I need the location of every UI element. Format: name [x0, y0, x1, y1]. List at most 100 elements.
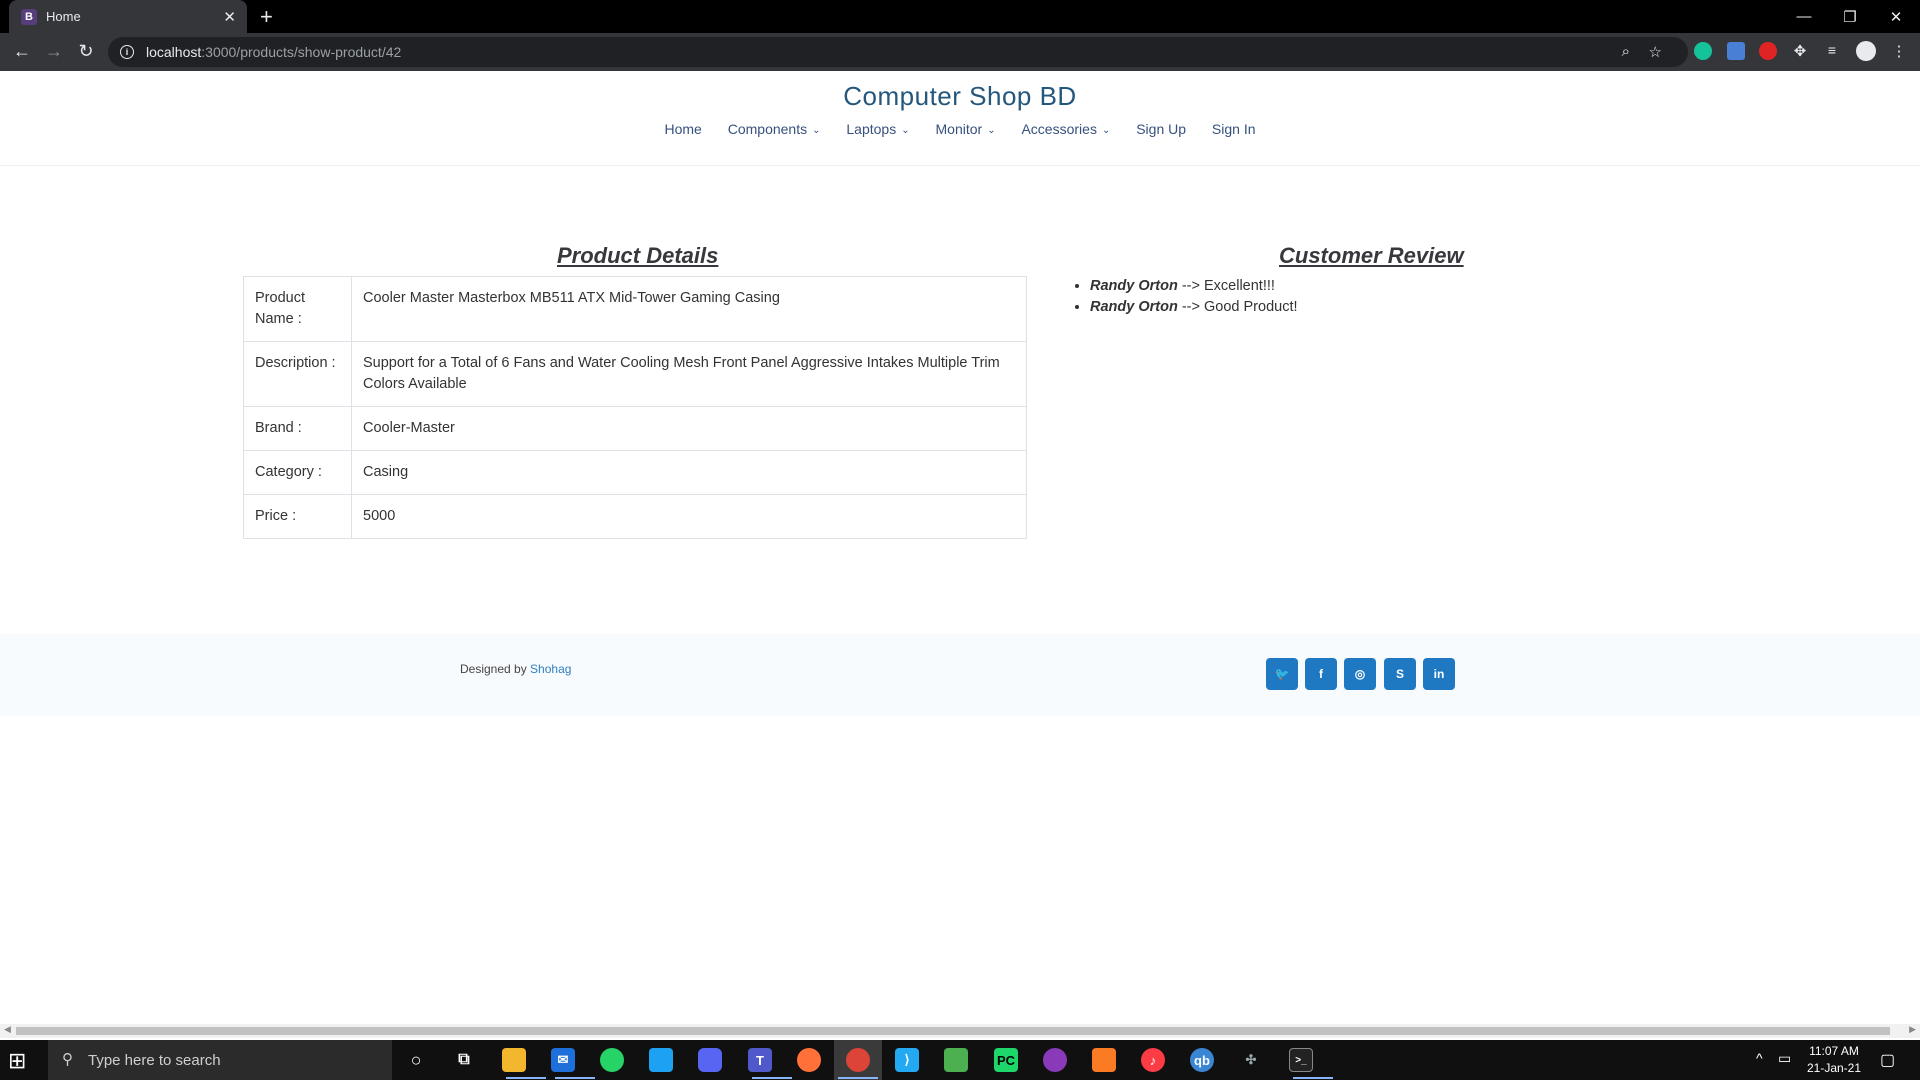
row-value: Casing: [351, 450, 1027, 495]
zoom-icon[interactable]: ⌕: [1622, 43, 1630, 60]
product-details-table: Product Name : Cooler Master Masterbox M…: [243, 276, 1027, 539]
translate-extension-icon[interactable]: [1727, 42, 1745, 60]
whatsapp-icon[interactable]: [600, 1048, 624, 1072]
row-value: Support for a Total of 6 Fans and Water …: [351, 341, 1027, 407]
restore-button[interactable]: ❐: [1828, 0, 1872, 33]
minimize-button[interactable]: —: [1782, 0, 1826, 33]
chrome-icon[interactable]: [846, 1048, 870, 1072]
close-tab-icon[interactable]: ✕: [223, 8, 236, 26]
reviewer-name: Randy Orton: [1090, 278, 1178, 294]
scrollbar-thumb[interactable]: [16, 1027, 1890, 1035]
table-row: Price : 5000: [243, 494, 1027, 539]
nav-sign-in[interactable]: Sign In: [1212, 121, 1256, 137]
cortana-icon[interactable]: ○: [404, 1048, 428, 1072]
designer-link[interactable]: Shohag: [530, 662, 571, 676]
review-separator: -->: [1177, 299, 1204, 315]
windows-start-icon[interactable]: ⊞: [8, 1048, 26, 1074]
adblock-extension-icon[interactable]: [1759, 42, 1777, 60]
back-button[interactable]: ←: [10, 41, 34, 62]
review-separator: -->: [1177, 278, 1204, 294]
browser-tab[interactable]: B Home ✕: [9, 0, 247, 33]
nav-sign-up[interactable]: Sign Up: [1136, 121, 1186, 137]
xampp-icon[interactable]: [1092, 1048, 1116, 1072]
skype-icon[interactable]: S: [1384, 658, 1416, 690]
pycharm-icon[interactable]: PC: [994, 1048, 1018, 1072]
reload-button[interactable]: ↻: [74, 41, 98, 62]
notification-center-icon[interactable]: ▢: [1880, 1050, 1895, 1090]
url-host: localhost: [146, 44, 202, 60]
site-footer: Designed by Shohag 🐦 f ◎ S in: [0, 634, 1920, 716]
table-row: Description : Support for a Total of 6 F…: [243, 341, 1027, 407]
chevron-down-icon: ⌄: [1101, 125, 1111, 136]
nav-label: Home: [664, 121, 702, 137]
network-icon[interactable]: ▭: [1778, 1050, 1791, 1090]
grammarly-extension-icon[interactable]: [1694, 42, 1712, 60]
nav-monitor[interactable]: Monitor ⌄: [936, 121, 996, 137]
new-tab-button[interactable]: +: [260, 4, 273, 30]
task-view-icon[interactable]: ⧉: [452, 1048, 476, 1072]
site-header: Computer Shop BD Home Components ⌄ Laptop…: [0, 71, 1920, 166]
chrome-menu-icon[interactable]: ⋮: [1890, 42, 1908, 60]
designed-by-text: Designed by Shohag: [460, 662, 571, 676]
chevron-down-icon: ⌄: [812, 125, 821, 136]
taskbar-clock[interactable]: 11:07 AM 21-Jan-21: [1804, 1043, 1864, 1077]
search-placeholder: Type here to search: [88, 1051, 221, 1069]
address-bar[interactable]: i localhost:3000/products/show-product/4…: [108, 37, 1688, 67]
terminal-icon[interactable]: >_: [1289, 1048, 1313, 1072]
twitter-icon[interactable]: 🐦: [1266, 658, 1298, 690]
vscode-icon[interactable]: ⟩: [895, 1048, 919, 1072]
instagram-icon[interactable]: ◎: [1344, 658, 1376, 690]
row-label: Product Name :: [243, 276, 352, 342]
search-icon: ⚲: [62, 1051, 73, 1068]
nav-accessories[interactable]: Accessories ⌄: [1021, 121, 1110, 137]
url-path: :3000/products/show-product/42: [201, 44, 402, 60]
bookmark-star-icon[interactable]: ☆: [1649, 43, 1662, 61]
nav-label: Accessories: [1021, 121, 1097, 137]
scroll-right-arrow-icon[interactable]: ▶: [1909, 1024, 1916, 1035]
nav-label: Sign Up: [1136, 121, 1187, 137]
messenger-app-icon[interactable]: [1043, 1048, 1067, 1072]
site-logo[interactable]: Computer Shop BD: [0, 81, 1920, 112]
nav-label: Laptops: [846, 121, 897, 137]
row-label: Category :: [243, 450, 352, 495]
twitter-app-icon[interactable]: [649, 1048, 673, 1072]
site-info-icon[interactable]: i: [120, 45, 134, 59]
close-window-button[interactable]: ✕: [1874, 0, 1918, 33]
taskbar-search[interactable]: ⚲ Type here to search: [48, 1040, 392, 1080]
file-explorer-icon[interactable]: [502, 1048, 526, 1072]
clock-time: 11:07 AM: [1809, 1044, 1859, 1058]
running-indicator: [838, 1077, 878, 1079]
nav-home[interactable]: Home: [664, 121, 701, 137]
browser-toolbar: ← → ↻ i localhost:3000/products/show-pro…: [0, 33, 1920, 71]
running-indicator: [555, 1077, 595, 1079]
row-value: Cooler-Master: [351, 406, 1027, 451]
office-apps-icon[interactable]: [944, 1048, 968, 1072]
nav-label: Components: [727, 121, 808, 137]
designed-by-prefix: Designed by: [460, 662, 531, 676]
nav-laptops[interactable]: Laptops ⌄: [846, 121, 909, 137]
scroll-left-arrow-icon[interactable]: ◀: [4, 1024, 11, 1035]
show-hidden-icons-icon[interactable]: ^: [1756, 1050, 1763, 1090]
linkedin-icon[interactable]: in: [1423, 658, 1455, 690]
teams-icon[interactable]: T: [748, 1048, 772, 1072]
product-details-heading: Product Details: [557, 243, 719, 268]
discord-icon[interactable]: [698, 1048, 722, 1072]
forward-button[interactable]: →: [42, 41, 66, 62]
nav-components[interactable]: Components ⌄: [728, 121, 821, 137]
table-row: Brand : Cooler-Master: [243, 406, 1027, 451]
horizontal-scrollbar[interactable]: ◀ ▶: [0, 1024, 1920, 1038]
firefox-icon[interactable]: [797, 1048, 821, 1072]
mail-icon[interactable]: ✉: [551, 1048, 575, 1072]
review-text: Good Product!: [1204, 299, 1298, 315]
facebook-icon[interactable]: f: [1305, 658, 1337, 690]
bug-app-icon[interactable]: ✣: [1239, 1048, 1263, 1072]
row-label: Price :: [243, 494, 352, 539]
chevron-down-icon: ⌄: [987, 125, 996, 136]
review-list: Randy Orton --> Excellent!!! Randy Orton…: [1090, 276, 1298, 318]
qbittorrent-icon[interactable]: qb: [1190, 1048, 1214, 1072]
profile-avatar-icon[interactable]: [1856, 41, 1876, 61]
extensions-puzzle-icon[interactable]: ✥: [1791, 42, 1809, 60]
table-row: Category : Casing: [243, 450, 1027, 495]
media-queue-icon[interactable]: ≡: [1823, 42, 1841, 60]
itunes-icon[interactable]: ♪: [1141, 1048, 1165, 1072]
